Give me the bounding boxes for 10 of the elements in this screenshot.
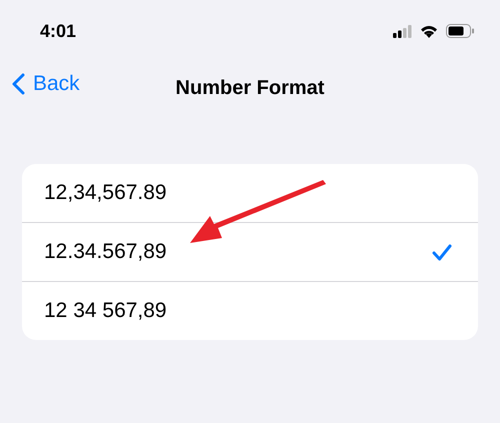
back-button[interactable]: Back <box>12 72 80 96</box>
wifi-icon <box>420 24 438 38</box>
signal-icon <box>393 24 412 38</box>
battery-icon <box>446 24 474 38</box>
format-option[interactable]: 12 34 567,89 <box>44 299 167 323</box>
format-option[interactable]: 12.34.567,89 <box>44 240 167 264</box>
chevron-left-icon <box>12 73 25 95</box>
status-time: 4:01 <box>40 20 76 42</box>
format-option[interactable]: 12,34,567.89 <box>44 181 167 205</box>
page-title: Number Format <box>176 76 324 100</box>
